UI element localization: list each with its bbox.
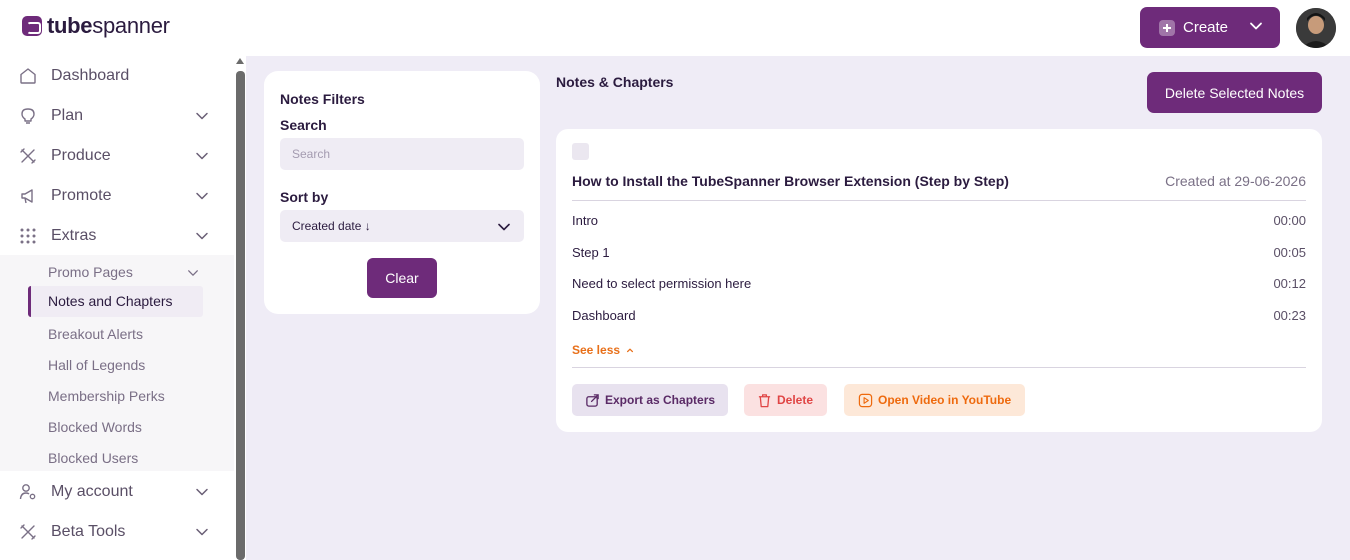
lightbulb-icon	[21, 108, 35, 124]
sidebar: Dashboard Plan Produce Promote Extras Pr…	[0, 56, 234, 560]
sidebar-item-extras[interactable]: Extras	[0, 216, 234, 256]
avatar-image	[1296, 8, 1336, 48]
scroll-up-arrow-icon[interactable]	[236, 58, 244, 64]
chevron-down-icon[interactable]	[187, 267, 199, 279]
delete-label: Delete	[777, 393, 814, 407]
logo-mark-icon	[22, 16, 42, 36]
sort-by-value: Created date ↓	[292, 219, 371, 233]
delete-note-button[interactable]: Delete	[744, 384, 827, 416]
chevron-down-icon	[196, 488, 208, 496]
create-button[interactable]: Create	[1140, 7, 1280, 48]
chapter-time: 00:12	[1273, 276, 1306, 291]
sidebar-item-membership-perks[interactable]: Membership Perks	[48, 388, 165, 404]
chapter-row: Intro 00:00	[572, 213, 1306, 229]
divider	[572, 367, 1306, 368]
sidebar-item-produce[interactable]: Produce	[0, 136, 234, 176]
sidebar-item-my-account[interactable]: My account	[0, 472, 234, 512]
sidebar-item-promo-pages[interactable]: Promo Pages	[48, 264, 133, 280]
chevron-down-icon	[196, 192, 208, 200]
search-input[interactable]	[280, 138, 524, 170]
megaphone-icon	[21, 189, 33, 204]
search-label: Search	[280, 117, 327, 133]
chapter-row: Step 1 00:05	[572, 245, 1306, 261]
sidebar-item-label: Produce	[51, 147, 111, 164]
top-header: tubespanner Create	[0, 0, 1350, 56]
sidebar-item-label: Promote	[51, 187, 112, 204]
open-video-in-youtube-button[interactable]: Open Video in YouTube	[844, 384, 1025, 416]
note-card: How to Install the TubeSpanner Browser E…	[556, 129, 1322, 432]
chapter-time: 00:00	[1273, 213, 1306, 228]
sidebar-item-blocked-words[interactable]: Blocked Words	[48, 419, 142, 435]
sidebar-item-notes-and-chapters[interactable]: Notes and Chapters	[28, 286, 203, 317]
note-title: How to Install the TubeSpanner Browser E…	[572, 173, 1009, 189]
sidebar-item-label: Beta Tools	[51, 523, 126, 540]
chapter-title: Dashboard	[572, 308, 636, 323]
note-created-date: Created at 29-06-2026	[1165, 173, 1306, 189]
export-as-chapters-button[interactable]: Export as Chapters	[572, 384, 728, 416]
tools-icon	[20, 148, 36, 164]
grid-dots-icon	[20, 228, 36, 244]
delete-selected-notes-button[interactable]: Delete Selected Notes	[1147, 72, 1322, 113]
sidebar-item-blocked-users[interactable]: Blocked Users	[48, 450, 138, 466]
sort-by-select[interactable]: Created date ↓	[280, 210, 524, 242]
chevron-up-icon	[627, 348, 634, 353]
see-less-label: See less	[572, 343, 621, 357]
chapter-row: Need to select permission here 00:12	[572, 276, 1306, 292]
export-label: Export as Chapters	[605, 393, 716, 407]
sidebar-scrollbar[interactable]	[236, 58, 245, 560]
page-title: Notes & Chapters	[556, 74, 674, 90]
see-less-link[interactable]: See less	[572, 343, 634, 357]
sidebar-item-beta-tools[interactable]: Beta Tools	[0, 512, 234, 552]
chapter-title: Intro	[572, 213, 599, 228]
scroll-thumb[interactable]	[236, 71, 245, 560]
youtube-label: Open Video in YouTube	[878, 393, 1012, 407]
home-icon	[20, 68, 36, 84]
sidebar-item-label: Notes and Chapters	[48, 293, 173, 309]
create-label: Create	[1183, 19, 1229, 36]
trash-icon	[758, 393, 771, 407]
chevron-down-icon[interactable]	[1249, 19, 1263, 33]
sidebar-item-dashboard[interactable]: Dashboard	[0, 56, 234, 96]
sidebar-item-label: Extras	[51, 227, 97, 244]
chapter-time: 00:05	[1273, 245, 1306, 260]
clear-button[interactable]: Clear	[367, 258, 437, 298]
sidebar-item-breakout-alerts[interactable]: Breakout Alerts	[48, 326, 143, 342]
divider	[572, 200, 1306, 201]
chapter-row: Dashboard 00:23	[572, 308, 1306, 324]
chapter-title: Step 1	[572, 245, 610, 260]
chevron-down-icon	[196, 232, 208, 240]
sidebar-item-plan[interactable]: Plan	[0, 96, 234, 136]
chapter-time: 00:23	[1273, 308, 1306, 323]
chapter-title: Need to select permission here	[572, 276, 752, 291]
logo-text-bold: tube	[47, 13, 93, 38]
user-gear-icon	[19, 484, 36, 500]
notes-filters-card: Notes Filters Search Sort by Created dat…	[264, 71, 540, 314]
avatar[interactable]	[1296, 8, 1336, 48]
sidebar-item-label: Plan	[51, 107, 84, 124]
chevron-down-icon	[196, 152, 208, 160]
main-content: Notes Filters Search Sort by Created dat…	[246, 56, 1350, 560]
export-icon	[586, 393, 599, 407]
chevron-down-icon	[498, 223, 510, 231]
sidebar-item-promote[interactable]: Promote	[0, 176, 234, 216]
sort-by-label: Sort by	[280, 189, 329, 205]
sidebar-item-label: My account	[51, 483, 133, 500]
filters-title: Notes Filters	[280, 91, 365, 107]
chevron-down-icon	[196, 528, 208, 536]
chevron-down-icon	[196, 112, 208, 120]
tools-icon	[20, 524, 36, 540]
logo[interactable]: tubespanner	[22, 13, 170, 39]
logo-text-light: spanner	[92, 13, 170, 38]
plus-icon	[1159, 19, 1175, 36]
sidebar-item-label: Dashboard	[51, 67, 130, 84]
sidebar-item-hall-of-legends[interactable]: Hall of Legends	[48, 357, 145, 373]
note-select-checkbox[interactable]	[572, 143, 589, 160]
play-icon	[858, 393, 873, 407]
